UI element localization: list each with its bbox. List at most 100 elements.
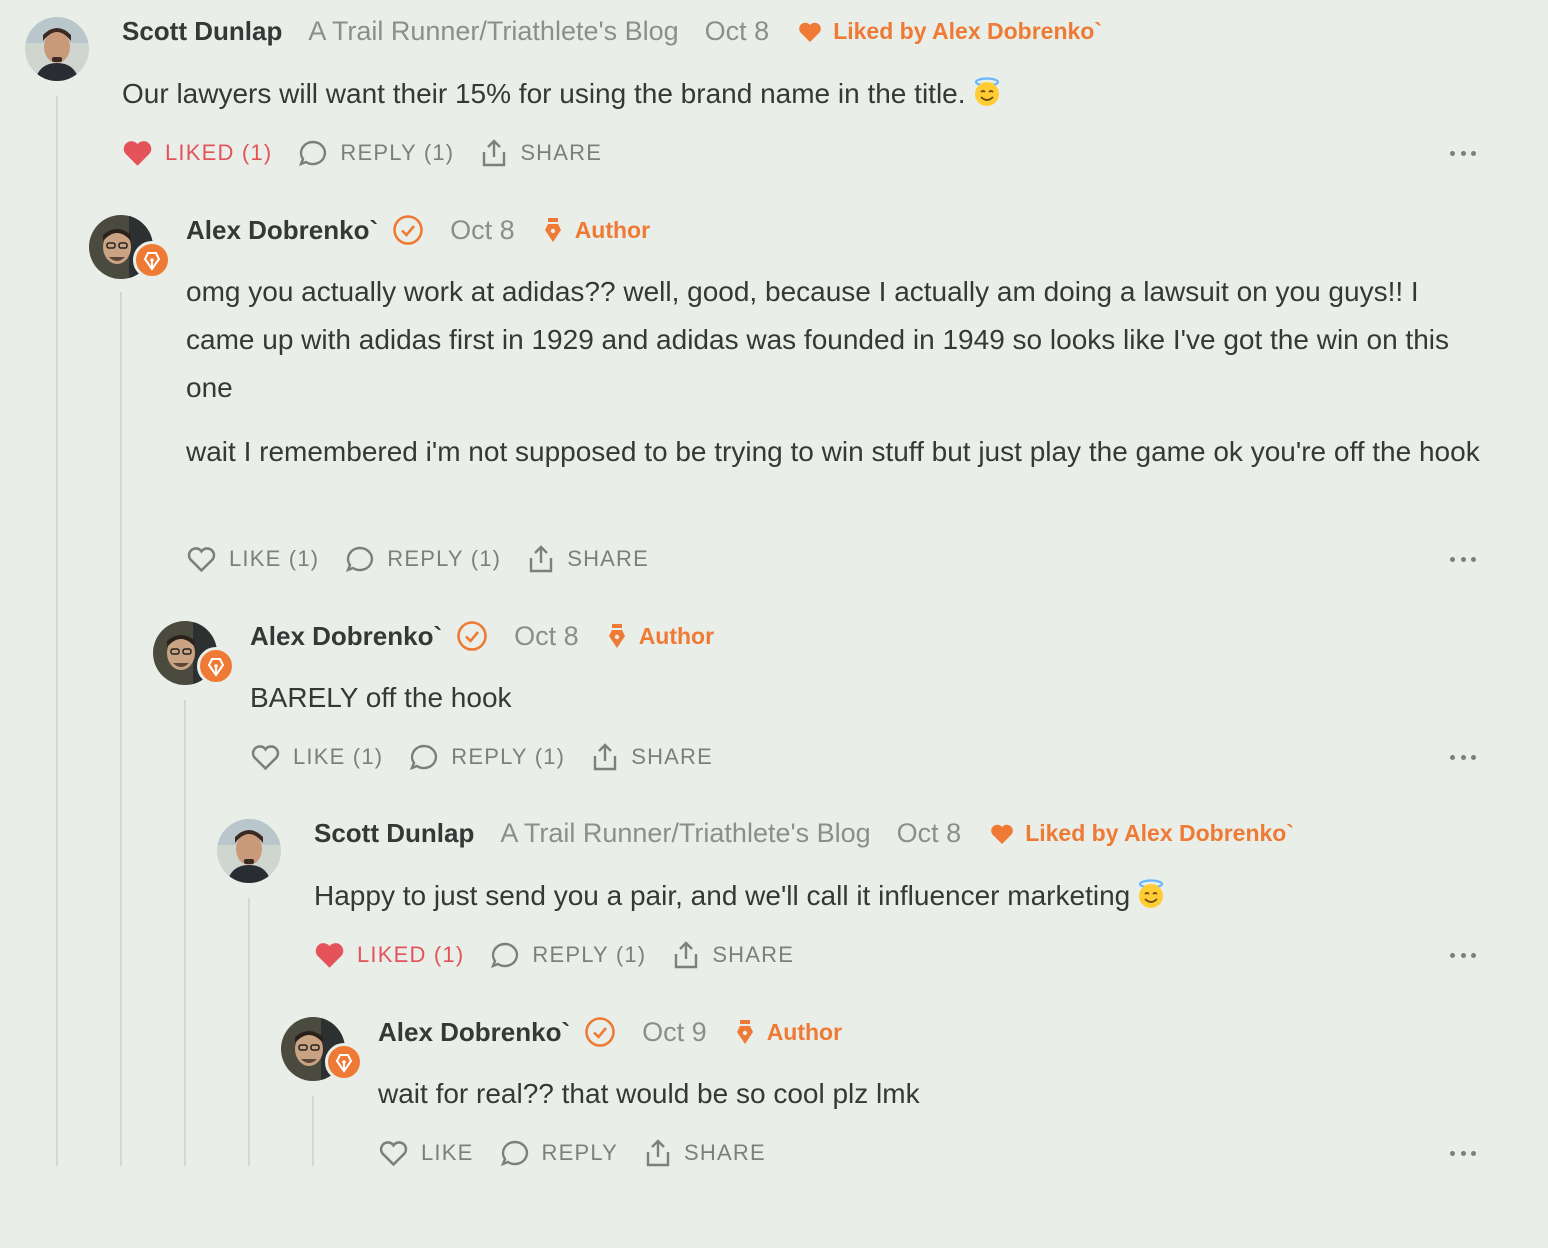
liked-by-label: Liked by Alex Dobrenko` — [1025, 820, 1295, 846]
commenter-name[interactable]: Alex Dobrenko` — [186, 215, 378, 246]
reply-button[interactable]: REPLY (1) — [298, 139, 454, 167]
reply-label: REPLY (1) — [387, 546, 502, 571]
like-button[interactable]: LIKED (1) — [122, 139, 272, 167]
reply-button[interactable]: REPLY (1) — [345, 545, 501, 573]
comment-date[interactable]: Oct 9 — [642, 1017, 707, 1048]
pen-nib-icon — [736, 1020, 753, 1044]
more-options-icon[interactable] — [1450, 951, 1476, 959]
comment-text: omg you actually work at adidas?? well, … — [186, 276, 1450, 403]
comment-body: omg you actually work at adidas?? well, … — [186, 268, 1486, 476]
thread-line — [56, 96, 58, 1166]
speech-bubble-icon — [346, 546, 374, 573]
like-label: LIKE (1) — [293, 744, 384, 769]
reply-label: REPLY (1) — [451, 744, 566, 769]
thread-line — [120, 292, 122, 1166]
avatar[interactable] — [25, 17, 89, 81]
pen-nib-icon — [207, 658, 225, 677]
author-badge — [325, 1043, 363, 1081]
pen-nib-icon — [143, 252, 161, 271]
more-options-icon[interactable] — [1450, 149, 1476, 157]
thread-line — [248, 898, 250, 1166]
author-label: Author — [638, 622, 715, 649]
halo-emoji-icon — [1136, 876, 1166, 924]
commenter-name[interactable]: Scott Dunlap — [314, 818, 474, 849]
like-label: LIKE (1) — [229, 546, 320, 571]
reply-label: REPLY (1) — [340, 140, 455, 165]
share-label: SHARE — [631, 744, 714, 769]
reply-label: REPLY — [541, 1140, 619, 1165]
verified-check-icon — [456, 620, 488, 652]
thread-line — [184, 700, 186, 1166]
share-icon — [483, 139, 506, 167]
commenter-name[interactable]: Alex Dobrenko` — [250, 621, 442, 652]
author-tag: Author — [607, 623, 714, 650]
reply-label: REPLY (1) — [532, 942, 647, 967]
like-label: LIKE — [421, 1140, 474, 1165]
share-button[interactable]: SHARE — [591, 742, 713, 772]
verified-check-icon — [392, 214, 424, 246]
commenter-name[interactable]: Alex Dobrenko` — [378, 1017, 570, 1048]
speech-bubble-icon — [491, 942, 519, 969]
comment-date[interactable]: Oct 8 — [705, 16, 770, 47]
share-button[interactable]: SHARE — [480, 138, 602, 168]
more-options-icon[interactable] — [1450, 753, 1476, 761]
pen-nib-icon — [544, 218, 561, 242]
comment-text: wait for real?? that would be so cool pl… — [378, 1078, 920, 1109]
liked-by-author: Liked by Alex Dobrenko` — [797, 18, 1102, 45]
heart-outline-icon — [251, 745, 280, 771]
comment-text: BARELY off the hook — [250, 682, 512, 713]
heart-outline-icon — [187, 547, 216, 573]
comment-body: wait for real?? that would be so cool pl… — [378, 1070, 1478, 1118]
publication-name[interactable]: A Trail Runner/Triathlete's Blog — [500, 818, 870, 849]
like-button[interactable]: LIKE — [378, 1139, 474, 1167]
liked-by-label: Liked by Alex Dobrenko` — [833, 18, 1103, 44]
share-icon — [594, 743, 617, 771]
comment-date[interactable]: Oct 8 — [450, 215, 515, 246]
reply-button[interactable]: REPLY (1) — [490, 941, 646, 969]
author-label: Author — [574, 216, 651, 243]
share-label: SHARE — [684, 1140, 766, 1165]
share-icon — [675, 941, 698, 969]
share-label: SHARE — [520, 140, 603, 165]
share-icon — [530, 545, 553, 573]
pen-nib-icon — [608, 624, 625, 648]
more-options-icon[interactable] — [1450, 555, 1476, 563]
author-label: Author — [766, 1018, 843, 1045]
share-label: SHARE — [712, 942, 795, 967]
share-button[interactable]: SHARE — [644, 1138, 766, 1168]
like-button[interactable]: LIKE (1) — [250, 743, 383, 771]
verified-check-icon — [584, 1016, 616, 1048]
comment-date[interactable]: Oct 8 — [514, 621, 579, 652]
speech-bubble-icon — [299, 140, 327, 167]
halo-emoji-icon — [972, 74, 1002, 122]
heart-outline-icon — [379, 1141, 408, 1167]
reply-button[interactable]: REPLY — [500, 1139, 619, 1167]
comment-text: Our lawyers will want their 15% for usin… — [122, 78, 966, 109]
like-label: LIKED (1) — [165, 140, 273, 165]
comment-body: Our lawyers will want their 15% for usin… — [122, 70, 1482, 122]
liked-by-author: Liked by Alex Dobrenko` — [989, 820, 1294, 847]
comment-body: Happy to just send you a pair, and we'll… — [314, 872, 1474, 924]
reply-button[interactable]: REPLY (1) — [409, 743, 565, 771]
publication-name[interactable]: A Trail Runner/Triathlete's Blog — [308, 16, 678, 47]
avatar[interactable] — [217, 819, 281, 883]
like-button[interactable]: LIKED (1) — [314, 941, 464, 969]
comment-text: Happy to just send you a pair, and we'll… — [314, 880, 1131, 911]
author-tag: Author — [543, 217, 650, 244]
heart-filled-icon — [123, 141, 152, 166]
comment-date[interactable]: Oct 8 — [897, 818, 962, 849]
thread-line — [312, 1096, 314, 1166]
share-button[interactable]: SHARE — [527, 544, 649, 574]
heart-icon — [991, 824, 1014, 844]
author-tag: Author — [735, 1019, 842, 1046]
heart-filled-icon — [315, 943, 344, 968]
like-button[interactable]: LIKE (1) — [186, 545, 319, 573]
author-badge — [197, 647, 235, 685]
share-button[interactable]: SHARE — [672, 940, 794, 970]
comment-body: BARELY off the hook — [250, 674, 1470, 722]
pen-nib-icon — [335, 1054, 353, 1073]
heart-icon — [799, 22, 822, 42]
commenter-name[interactable]: Scott Dunlap — [122, 16, 282, 47]
more-options-icon[interactable] — [1450, 1149, 1476, 1157]
share-icon — [646, 1139, 670, 1167]
